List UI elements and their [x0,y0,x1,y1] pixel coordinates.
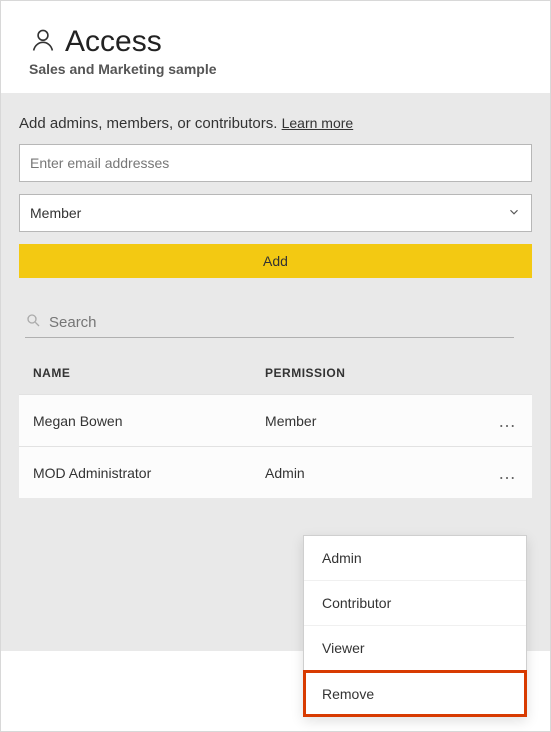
dialog-title: Access [65,25,162,59]
row-permission: Admin [265,465,486,481]
dialog-subtitle: Sales and Marketing sample [29,61,522,77]
table-row: MOD AdministratorAdmin … [19,446,532,498]
search-input[interactable] [49,314,514,331]
row-name: MOD Administrator [33,465,265,481]
col-header-name: NAME [33,366,265,380]
add-prompt-text: Add admins, members, or contributors. [19,115,277,132]
permission-menu-item[interactable]: Admin [304,536,526,581]
dialog-header: Access Sales and Marketing sample [1,1,550,93]
more-options-icon[interactable]: … [498,464,518,482]
permission-menu-item[interactable]: Remove [304,671,526,716]
chevron-down-icon [507,205,521,222]
table-header: NAME PERMISSION [19,352,532,394]
table-row: Megan BowenMember … [19,394,532,446]
dialog-body: Add admins, members, or contributors. Le… [1,93,550,651]
learn-more-link[interactable]: Learn more [282,115,354,131]
add-button[interactable]: Add [19,244,532,278]
person-icon [29,26,57,59]
role-select-value: Member [30,205,81,221]
permission-menu-item[interactable]: Viewer [304,626,526,671]
add-prompt: Add admins, members, or contributors. Le… [19,115,532,132]
access-table: NAME PERMISSION Megan BowenMember…MOD Ad… [19,352,532,498]
email-input[interactable] [19,144,532,182]
search-icon [25,312,41,333]
permission-menu: AdminContributorViewerRemove [303,535,527,717]
more-options-icon[interactable]: … [498,412,518,430]
search-row [25,308,514,338]
row-name: Megan Bowen [33,413,265,429]
row-permission: Member [265,413,486,429]
role-select[interactable]: Member [19,194,532,232]
col-header-permission: PERMISSION [265,366,486,380]
permission-menu-item[interactable]: Contributor [304,581,526,626]
